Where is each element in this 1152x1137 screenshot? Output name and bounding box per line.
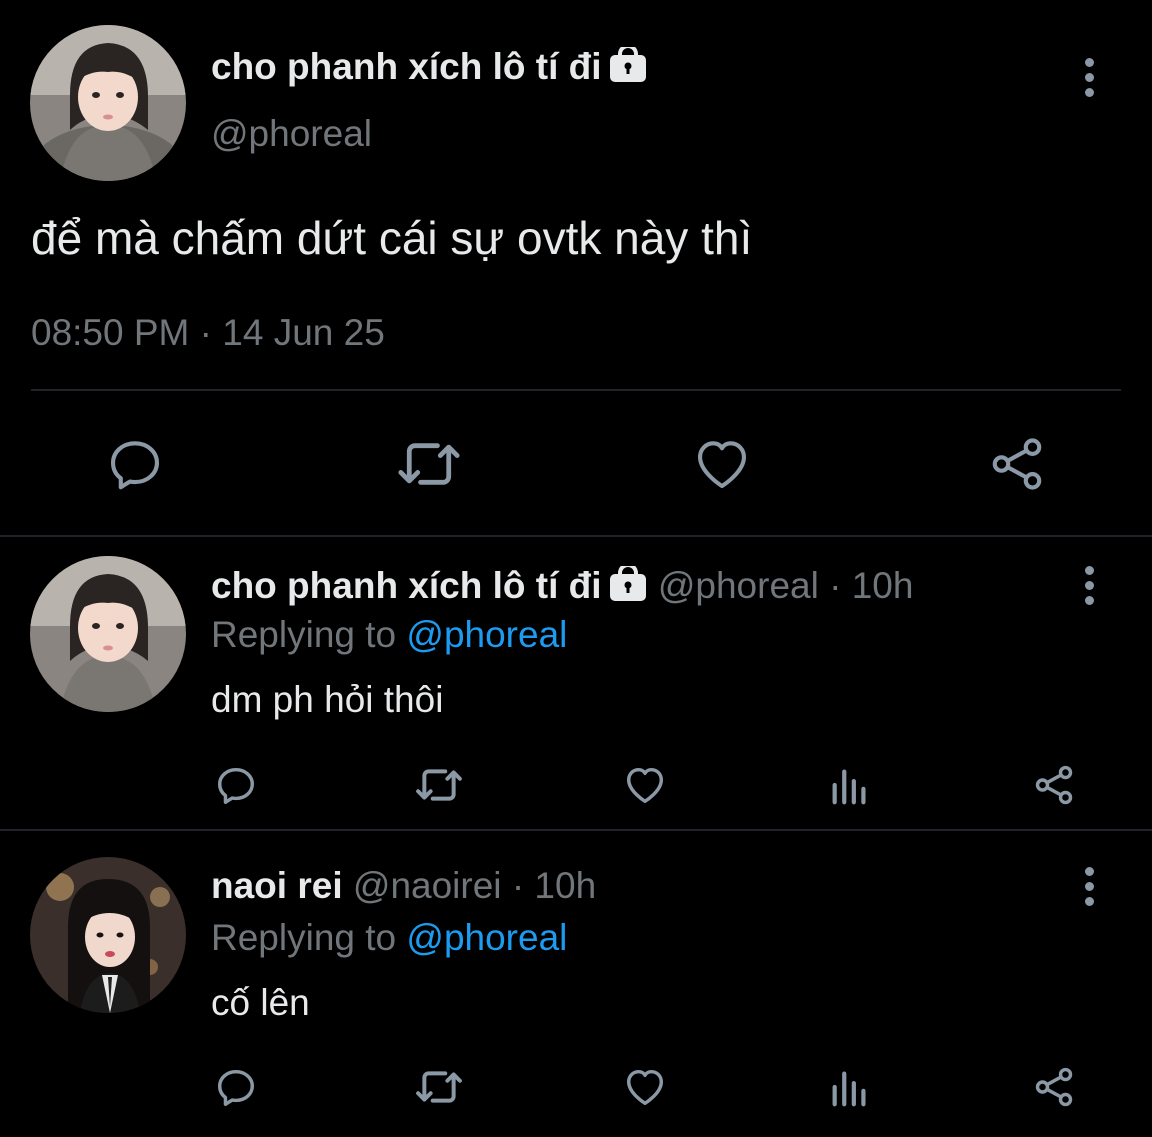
reply-text: dm ph hỏi thôi	[211, 679, 444, 720]
retweet-icon[interactable]	[412, 762, 466, 808]
timestamp-separator: ·	[199, 312, 212, 353]
tweet-timestamp: 08:50 PM · 14 Jun 25	[31, 311, 385, 355]
display-name[interactable]: naoi rei	[211, 865, 343, 906]
handle[interactable]: @phoreal	[211, 113, 372, 155]
display-name[interactable]: cho phanh xích lô tí đi	[211, 44, 648, 92]
like-icon[interactable]	[621, 762, 669, 808]
handle[interactable]: @phoreal	[658, 565, 819, 606]
retweet-icon[interactable]	[412, 1064, 466, 1110]
display-name-text: cho phanh xích lô tí đi	[211, 46, 602, 87]
time-separator: ·	[511, 865, 525, 906]
share-icon[interactable]	[1030, 1064, 1078, 1110]
tweet-time[interactable]: 08:50 PM	[31, 312, 189, 353]
divider	[0, 829, 1152, 831]
replying-to-link[interactable]: @phoreal	[406, 614, 567, 655]
more-options-icon[interactable]	[1079, 566, 1099, 605]
analytics-icon[interactable]	[828, 1064, 872, 1110]
relative-time[interactable]: 10h	[852, 565, 914, 606]
more-options-icon[interactable]	[1079, 867, 1099, 906]
analytics-icon[interactable]	[828, 762, 872, 808]
replying-to-label: Replying to	[211, 614, 397, 655]
replying-to: Replying to @phoreal	[211, 917, 567, 959]
lock-icon	[608, 563, 648, 611]
share-icon[interactable]	[1030, 762, 1078, 808]
reply-header: naoi rei @naoirei · 10h	[211, 865, 596, 907]
relative-time[interactable]: 10h	[534, 865, 596, 906]
avatar[interactable]	[30, 556, 186, 712]
avatar[interactable]	[30, 857, 186, 1013]
replying-to: Replying to @phoreal	[211, 614, 567, 656]
reply-header: cho phanh xích lô tí đi @phoreal · 10h	[211, 563, 914, 611]
replying-to-link[interactable]: @phoreal	[406, 917, 567, 958]
more-options-icon[interactable]	[1079, 58, 1099, 97]
reply-text: cố lên	[211, 982, 310, 1023]
like-icon[interactable]	[621, 1064, 669, 1110]
replying-to-label: Replying to	[211, 917, 397, 958]
avatar[interactable]	[30, 25, 186, 181]
reply-icon[interactable]	[212, 762, 260, 808]
lock-icon	[608, 44, 648, 92]
divider	[31, 389, 1121, 391]
reply-icon[interactable]	[212, 1064, 260, 1110]
tweet-text: để mà chấm dứt cái sự ovtk này thì	[31, 212, 753, 264]
display-name[interactable]: cho phanh xích lô tí đi	[211, 565, 602, 606]
reply-icon[interactable]	[104, 433, 166, 495]
time-separator: ·	[829, 565, 842, 606]
handle[interactable]: @naoirei	[353, 865, 502, 906]
retweet-icon[interactable]	[394, 433, 464, 495]
like-icon[interactable]	[690, 433, 754, 495]
divider	[0, 535, 1152, 537]
share-icon[interactable]	[986, 433, 1048, 495]
tweet-date[interactable]: 14 Jun 25	[222, 312, 385, 353]
